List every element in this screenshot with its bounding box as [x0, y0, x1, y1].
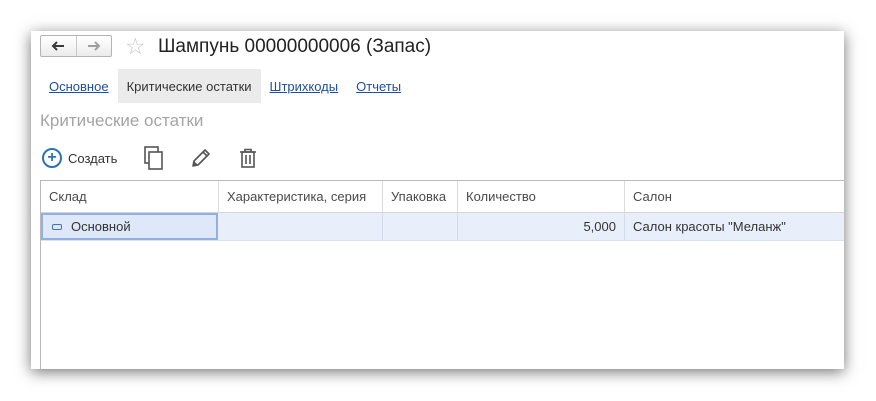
tab-main[interactable]: Основное	[40, 69, 118, 103]
column-header-salon[interactable]: Салон	[625, 181, 844, 212]
cell-quantity[interactable]: 5,000	[458, 213, 625, 240]
navigation-buttons	[40, 35, 112, 57]
back-button[interactable]	[41, 36, 77, 56]
cell-characteristic[interactable]	[219, 213, 383, 240]
cell-warehouse-value: Основной	[71, 219, 131, 234]
cell-packaging[interactable]	[383, 213, 458, 240]
tab-barcodes[interactable]: Штрихкоды	[261, 69, 348, 103]
create-button[interactable]: + Создать	[42, 145, 117, 171]
section-title: Критические остатки	[40, 111, 204, 130]
page-title: Шампунь 00000000006 (Запас)	[158, 36, 432, 57]
table-header: Склад Характеристика, серия Упаковка Кол…	[41, 181, 844, 213]
column-header-warehouse[interactable]: Склад	[41, 181, 219, 212]
forward-button[interactable]	[77, 36, 112, 56]
tab-reports[interactable]: Отчеты	[347, 69, 410, 103]
add-circle-icon: +	[42, 148, 62, 168]
row-item-icon	[52, 223, 62, 230]
tab-critical-stock[interactable]: Критические остатки	[117, 69, 261, 103]
arrow-left-icon	[51, 41, 65, 51]
copy-icon	[144, 146, 164, 170]
delete-button[interactable]	[235, 145, 261, 171]
item-form-window: ☆ Шампунь 00000000006 (Запас) Основное К…	[31, 31, 844, 369]
cell-salon[interactable]: Салон красоты "Меланж"	[625, 213, 844, 240]
form-tabs: Основное Критические остатки Штрихкоды О…	[40, 69, 410, 103]
favorite-star-icon[interactable]: ☆	[125, 33, 146, 59]
table-toolbar: + Создать	[42, 145, 282, 171]
edit-pencil-icon	[192, 149, 211, 167]
column-header-quantity[interactable]: Количество	[458, 181, 625, 212]
cell-warehouse[interactable]: Основной	[41, 213, 218, 240]
copy-button[interactable]	[141, 145, 167, 171]
create-button-label: Создать	[68, 150, 118, 166]
column-header-characteristic[interactable]: Характеристика, серия	[219, 181, 383, 212]
table-row[interactable]: Основной 5,000 Салон красоты "Меланж"	[41, 213, 844, 241]
arrow-right-icon	[87, 41, 101, 51]
delete-trash-icon	[240, 148, 257, 168]
column-header-packaging[interactable]: Упаковка	[383, 181, 458, 212]
edit-button[interactable]	[188, 145, 214, 171]
critical-stock-table: Склад Характеристика, серия Упаковка Кол…	[40, 180, 844, 369]
